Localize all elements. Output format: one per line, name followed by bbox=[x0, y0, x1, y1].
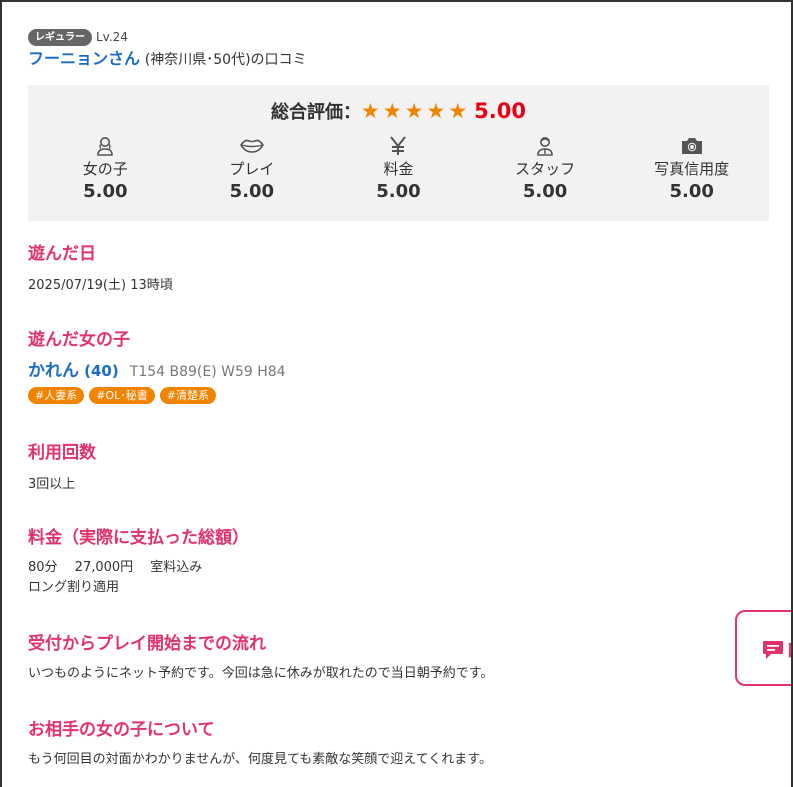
girl-info: かれん (40) T154 B89(E) W59 H84 bbox=[28, 360, 769, 383]
category-value: 5.00 bbox=[83, 181, 128, 202]
category-photo: 写真信用度 5.00 bbox=[618, 135, 765, 204]
category-label: 写真信用度 bbox=[654, 160, 730, 178]
staff-icon bbox=[472, 135, 619, 157]
overall-label: 総合評価： bbox=[271, 102, 362, 123]
category-value: 5.00 bbox=[229, 181, 275, 202]
price-note: ロング割り適用 bbox=[28, 580, 120, 595]
girl-name-link[interactable]: かれん bbox=[28, 361, 79, 381]
category-price: 料金 5.00 bbox=[325, 135, 472, 204]
category-label: 女の子 bbox=[82, 160, 128, 178]
floating-review-button[interactable]: 口 bbox=[735, 610, 791, 686]
page-frame: レギュラー Lv.24 フーニョンさん (神奈川県･50代)の口コミ 総合評価：… bbox=[0, 0, 793, 787]
review-content: レギュラー Lv.24 フーニョンさん (神奈川県･50代)の口コミ 総合評価：… bbox=[28, 28, 769, 767]
section-visits: 利用回数 3回以上 bbox=[28, 441, 769, 495]
girl-age: (40) bbox=[84, 362, 119, 380]
section-title: 遊んだ女の子 bbox=[28, 330, 130, 350]
tag-chip[interactable]: #OL･秘書 bbox=[89, 387, 155, 404]
rating-panel: 総合評価：★★★★★ 5.00 女の子 5.00 プレイ 5.00 料金 5.0… bbox=[28, 85, 769, 221]
flow-text: いつものようにネット予約です。今回は急に休みが取れたので当日朝予約です。 bbox=[28, 666, 494, 681]
visits-text: 3回以上 bbox=[28, 477, 76, 492]
category-label: 料金 bbox=[383, 160, 414, 178]
lips-icon bbox=[179, 135, 326, 157]
section-play-date: 遊んだ日 2025/07/19(土) 13時頃 bbox=[28, 242, 769, 296]
category-label: プレイ bbox=[229, 160, 275, 178]
category-girl: 女の子 5.00 bbox=[32, 135, 179, 204]
overall-rating: 総合評価：★★★★★ 5.00 bbox=[28, 97, 769, 127]
section-about-girl: お相手の女の子について もう何回目の対面かわかりませんが、何度見ても素敵な笑顔で… bbox=[28, 718, 769, 770]
category-value: 5.00 bbox=[376, 181, 421, 202]
reviewer-meta: (神奈川県･50代)の口コミ bbox=[144, 52, 307, 68]
girl-tags: #人妻系 #OL･秘書 #清楚系 bbox=[28, 387, 769, 404]
category-value: 5.00 bbox=[522, 181, 568, 202]
reviewer-rank: レギュラー Lv.24 bbox=[28, 28, 769, 46]
section-title: お相手の女の子について bbox=[28, 720, 215, 740]
camera-icon bbox=[618, 135, 765, 157]
category-play: プレイ 5.00 bbox=[179, 135, 326, 204]
tag-chip[interactable]: #人妻系 bbox=[28, 387, 85, 404]
category-ratings: 女の子 5.00 プレイ 5.00 料金 5.00 スタッフ 5.00 写真信用… bbox=[32, 135, 765, 204]
reviewer-name-link[interactable]: フーニョンさん bbox=[28, 49, 140, 68]
play-date-text: 2025/07/19(土) 13時頃 bbox=[28, 278, 173, 293]
comment-icon bbox=[762, 640, 784, 664]
section-title: 受付からプレイ開始までの流れ bbox=[28, 634, 266, 654]
section-title: 料金（実際に支払った総額） bbox=[28, 528, 249, 548]
category-label: スタッフ bbox=[515, 160, 576, 178]
girl-measurements: T154 B89(E) W59 H84 bbox=[129, 364, 286, 380]
floating-button-label: 口 bbox=[787, 636, 791, 661]
star-icons: ★★★★★ bbox=[361, 99, 471, 123]
rank-badge: レギュラー bbox=[28, 28, 92, 46]
reviewer-info: フーニョンさん (神奈川県･50代)の口コミ bbox=[28, 49, 769, 70]
section-price: 料金（実際に支払った総額） 80分 27,000円 室料込み ロング割り適用 bbox=[28, 526, 769, 598]
section-girl: 遊んだ女の子 かれん (40) T154 B89(E) W59 H84 #人妻系… bbox=[28, 328, 769, 404]
section-title: 遊んだ日 bbox=[28, 244, 96, 264]
category-staff: スタッフ 5.00 bbox=[472, 135, 619, 204]
section-flow: 受付からプレイ開始までの流れ いつものようにネット予約です。今回は急に休みが取れ… bbox=[28, 632, 769, 684]
yen-icon bbox=[325, 135, 472, 157]
overall-score: 5.00 bbox=[474, 99, 526, 123]
level-text: Lv.24 bbox=[96, 30, 128, 44]
section-title: 利用回数 bbox=[28, 443, 96, 463]
about-girl-text: もう何回目の対面かわかりませんが、何度見ても素敵な笑顔で迎えてくれます。 bbox=[28, 752, 492, 767]
price-text: 80分 27,000円 室料込み bbox=[28, 560, 203, 575]
category-value: 5.00 bbox=[669, 181, 714, 202]
tag-chip[interactable]: #清楚系 bbox=[159, 387, 216, 404]
woman-icon bbox=[32, 135, 179, 157]
